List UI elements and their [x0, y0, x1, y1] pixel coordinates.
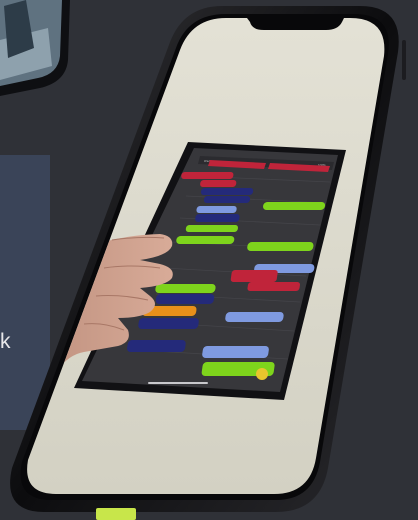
block-10[interactable] — [247, 242, 314, 251]
block-13[interactable] — [247, 282, 300, 291]
block-7[interactable] — [195, 214, 240, 222]
phone-notch — [244, 14, 346, 30]
block-17[interactable] — [225, 312, 284, 322]
block-19[interactable] — [127, 340, 187, 352]
block-20[interactable] — [202, 346, 270, 358]
block-8[interactable] — [185, 225, 238, 232]
block-5[interactable] — [262, 202, 326, 210]
block-3[interactable] — [200, 188, 254, 195]
add-event-button[interactable] — [256, 368, 268, 380]
block-4[interactable] — [203, 196, 251, 203]
block-12[interactable] — [230, 270, 278, 282]
block-6[interactable] — [196, 206, 237, 213]
block-9[interactable] — [176, 236, 235, 244]
corner-photo — [0, 0, 70, 96]
scene: iPad 100% — [0, 0, 406, 512]
side-text-fragment: k — [0, 330, 11, 353]
block-2[interactable] — [200, 180, 237, 187]
block-18[interactable] — [138, 318, 200, 329]
accent-strip — [96, 508, 136, 520]
block-1[interactable] — [181, 172, 234, 179]
block-14[interactable] — [155, 284, 216, 293]
tablet-home-indicator — [148, 382, 208, 384]
block-15[interactable] — [155, 294, 215, 304]
